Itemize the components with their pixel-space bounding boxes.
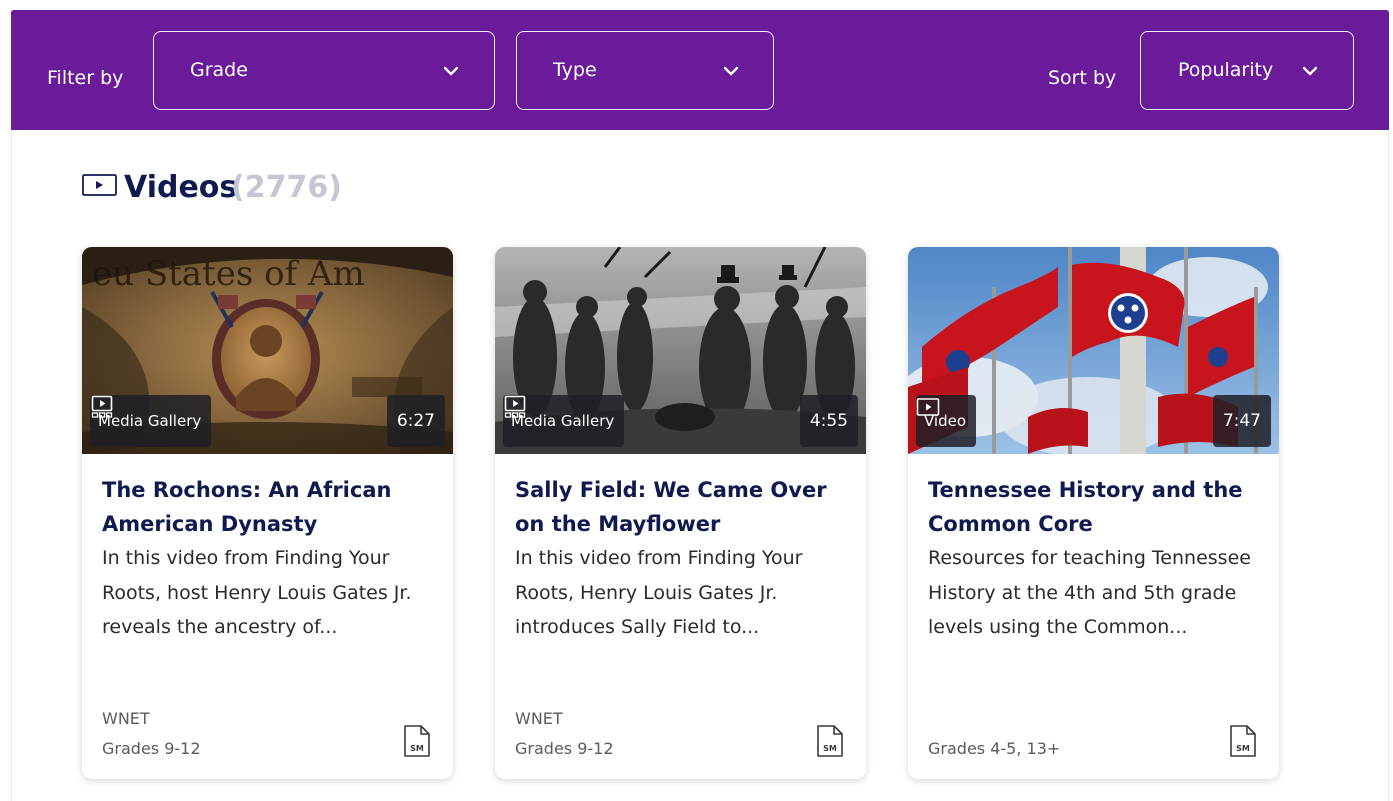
type-select[interactable]: Type (516, 31, 774, 110)
filter-by-label: Filter by (47, 67, 124, 89)
grade-select[interactable]: Grade (153, 31, 495, 110)
type-badge: Media Gallery (503, 395, 625, 447)
card-source: WNET (102, 709, 150, 728)
sort-select[interactable]: Popularity (1140, 31, 1354, 110)
card-title[interactable]: The Rochons: An African American Dynasty (102, 473, 432, 541)
duration-badge: 6:27 (386, 395, 445, 447)
type-select-value: Type (553, 59, 597, 81)
video-play-icon (82, 174, 117, 196)
video-play-icon (916, 398, 940, 416)
resource-card[interactable]: eu States of Am Media Gallery 6:27 The R… (82, 247, 453, 779)
type-badge: Media Gallery (90, 395, 212, 447)
file-icon-text: SM (1236, 744, 1250, 753)
duration-badge: 4:55 (799, 395, 858, 447)
document-sm-icon[interactable]: SM (403, 724, 431, 758)
resource-card[interactable]: Media Gallery 4:55 Sally Field: We Came … (495, 247, 866, 779)
media-gallery-icon (91, 395, 113, 418)
card-description: In this video from Finding Your Roots, h… (102, 547, 412, 638)
chevron-down-icon (443, 66, 459, 76)
card-thumbnail[interactable]: Video 7:47 (908, 247, 1279, 454)
document-sm-icon[interactable]: SM (816, 724, 844, 758)
card-thumbnail[interactable]: Media Gallery 4:55 (495, 247, 866, 454)
chevron-down-icon (1302, 66, 1318, 76)
filter-bar: Filter by Grade Type Sort by Popularity (11, 10, 1389, 130)
card-grades: Grades 9-12 (515, 739, 614, 758)
grade-select-value: Grade (190, 59, 248, 81)
sort-by-label: Sort by (1048, 67, 1117, 89)
duration-badge: 7:47 (1212, 395, 1271, 447)
card-description: Resources for teaching Tennessee History… (928, 547, 1251, 638)
section-title: Videos (124, 170, 238, 205)
file-icon-text: SM (410, 744, 424, 753)
section-count: (2776) (231, 170, 342, 205)
media-gallery-icon (504, 395, 526, 418)
card-grades: Grades 9-12 (102, 739, 201, 758)
card-title[interactable]: Sally Field: We Came Over on the Mayflow… (515, 473, 845, 541)
sort-select-value: Popularity (1178, 59, 1274, 81)
resource-card[interactable]: Video 7:47 Tennessee History and the Com… (908, 247, 1279, 779)
chevron-down-icon (723, 66, 739, 76)
card-grades: Grades 4-5, 13+ (928, 739, 1061, 758)
card-description: In this video from Finding Your Roots, H… (515, 547, 803, 638)
svg-text:eu States of Am: eu States of Am (92, 254, 365, 294)
card-source: WNET (515, 709, 563, 728)
card-title[interactable]: Tennessee History and the Common Core (928, 473, 1258, 541)
card-thumbnail[interactable]: eu States of Am Media Gallery 6:27 (82, 247, 453, 454)
file-icon-text: SM (823, 744, 837, 753)
document-sm-icon[interactable]: SM (1229, 724, 1257, 758)
type-badge: Video (916, 395, 977, 447)
